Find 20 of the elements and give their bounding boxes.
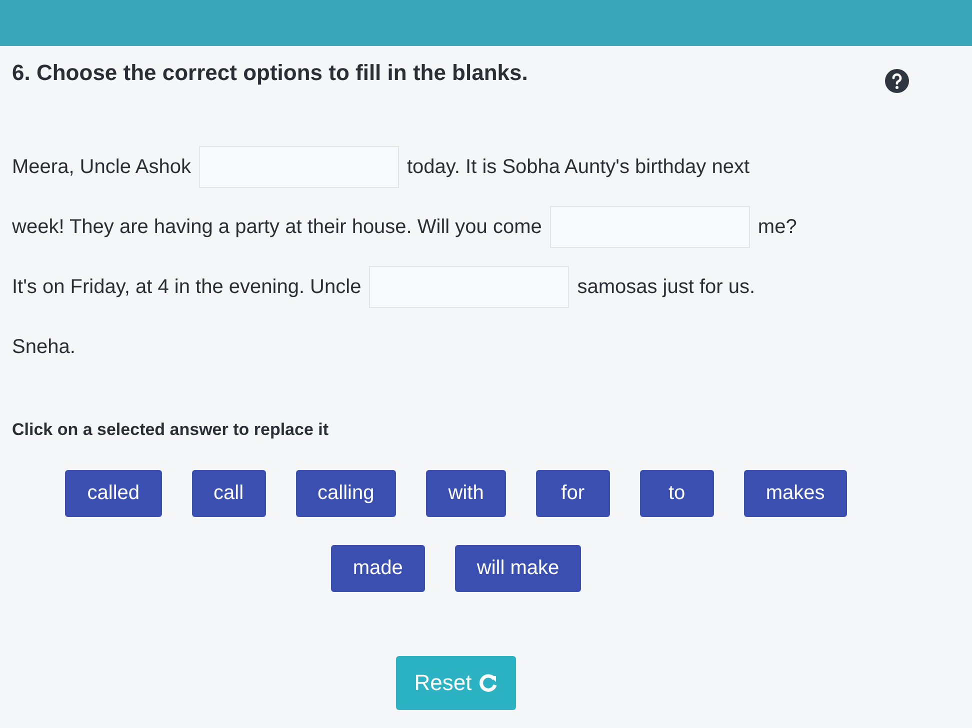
- option-button[interactable]: call: [192, 470, 266, 517]
- passage-text: samosas just for us.: [577, 276, 756, 298]
- option-button[interactable]: will make: [454, 545, 582, 592]
- option-button[interactable]: makes: [744, 470, 847, 517]
- instruction-text: Click on a selected answer to replace it: [12, 420, 330, 440]
- passage-text: Sneha.: [12, 336, 76, 358]
- option-button[interactable]: with: [426, 470, 506, 517]
- passage-text: It's on Friday, at 4 in the evening. Uncle: [12, 276, 362, 298]
- passage-text: today. It is Sobha Aunty's birthday next: [406, 156, 750, 178]
- question-title: 6. Choose the correct options to fill in the blanks.: [12, 60, 528, 86]
- option-button[interactable]: made: [330, 545, 425, 592]
- option-button[interactable]: calling: [296, 470, 396, 517]
- passage-text: me?: [758, 216, 797, 238]
- option-button[interactable]: to: [640, 470, 714, 517]
- passage-text: week! They are having a party at their house. Will you come: [12, 216, 542, 238]
- help-icon[interactable]: [884, 68, 910, 94]
- option-button[interactable]: called: [65, 470, 162, 517]
- option-button[interactable]: for: [536, 470, 610, 517]
- passage-text: Meera, Uncle Ashok: [12, 156, 191, 178]
- refresh-icon: [478, 673, 498, 693]
